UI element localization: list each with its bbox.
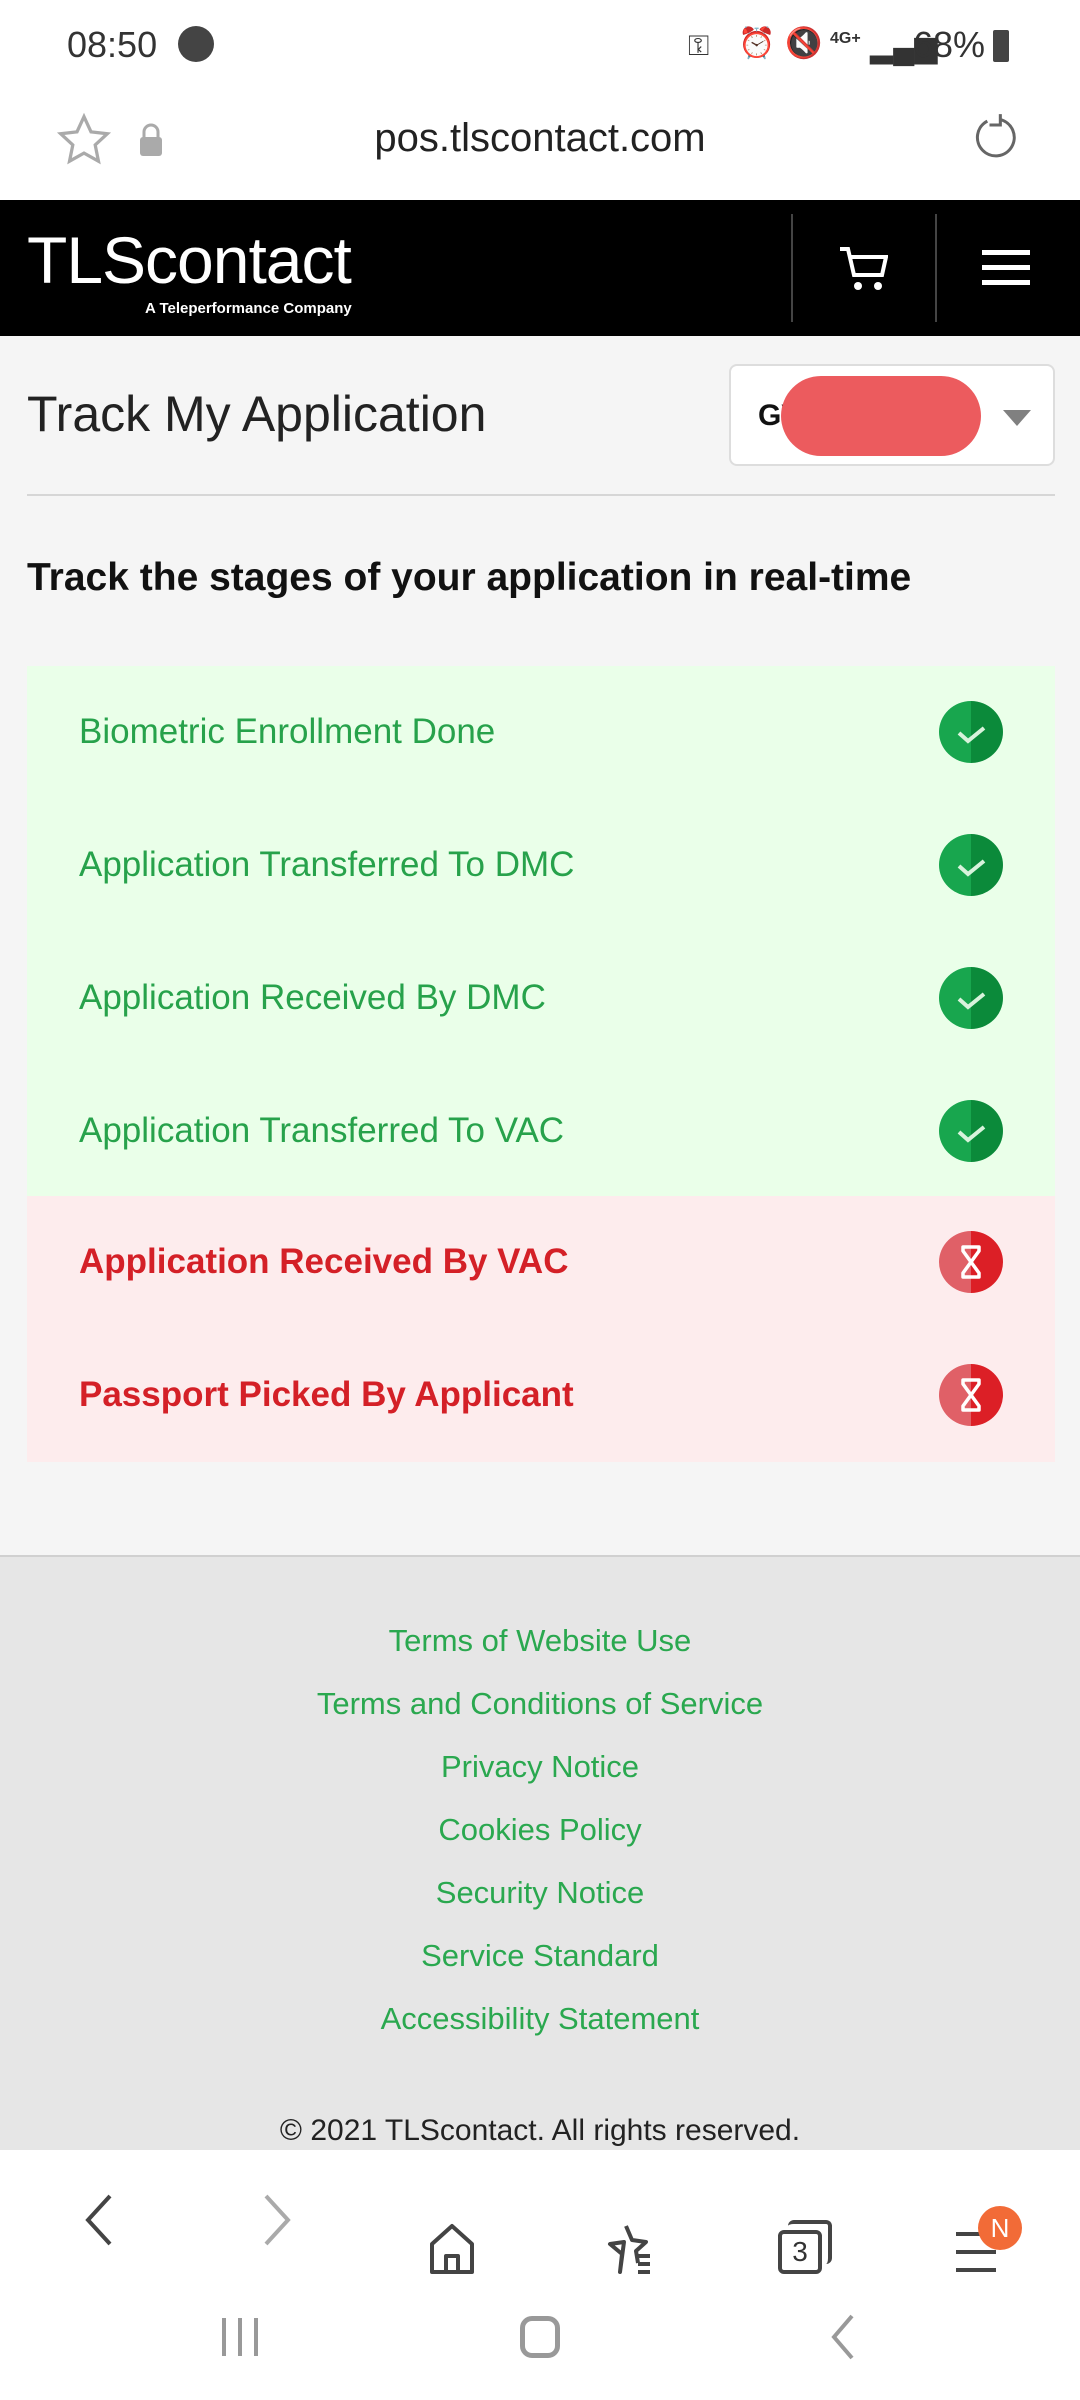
hourglass-icon [939, 1364, 1003, 1426]
key-icon: ⚿ [688, 30, 710, 61]
check-icon [939, 701, 1003, 763]
copyright: © 2021 TLScontact. All rights reserved. [279, 2114, 801, 2147]
divider [791, 214, 793, 322]
clock: 08:50 [67, 24, 158, 65]
bookmarks-icon[interactable] [600, 2222, 656, 2278]
check-icon [939, 967, 1003, 1029]
menu-icon[interactable] [982, 250, 1030, 286]
footer-link-service-standard[interactable]: Service Standard [0, 1938, 1080, 1974]
stage-item: Application Transferred To DMC [27, 799, 1055, 932]
site-header: TLScontact A Teleperformance Company [0, 200, 1080, 336]
logo[interactable]: TLScontact [27, 222, 352, 298]
back-icon[interactable] [80, 2190, 116, 2250]
footer-link-terms-of-use[interactable]: Terms of Website Use [0, 1623, 1080, 1659]
recent-apps-icon[interactable] [220, 2316, 260, 2358]
system-back-icon[interactable] [828, 2314, 856, 2360]
section-subtitle: Track the stages of your application in … [27, 556, 912, 599]
divider [935, 214, 937, 322]
cart-icon[interactable] [838, 246, 888, 292]
home-icon[interactable] [428, 2222, 476, 2276]
network-type: 4G+ [830, 30, 861, 47]
browser-bottom-bar: 3 N [0, 2150, 1080, 2400]
mute-icon: 🔇 [785, 27, 823, 60]
alarm-icon: ⏰ [738, 27, 776, 60]
battery-icon [993, 30, 1009, 62]
chevron-down-icon [1003, 410, 1031, 426]
notification-badge: N [978, 2206, 1022, 2250]
divider [27, 494, 1055, 496]
home-button-icon[interactable] [520, 2316, 560, 2358]
stage-label: Application Transferred To DMC [79, 845, 575, 884]
stage-item: Biometric Enrollment Done [27, 666, 1055, 799]
stage-label: Passport Picked By Applicant [79, 1375, 574, 1414]
stage-item: Application Transferred To VAC [27, 1065, 1055, 1196]
stage-item: Application Received By DMC [27, 932, 1055, 1065]
stage-label: Application Received By DMC [79, 978, 546, 1017]
url-text[interactable]: pos.tlscontact.com [0, 116, 1080, 161]
forward-icon[interactable] [260, 2190, 296, 2250]
redaction-mark [781, 376, 981, 456]
application-selector[interactable]: GV…2 [729, 364, 1055, 466]
logo-tagline: A Teleperformance Company [145, 300, 352, 317]
browser-url-bar: pos.tlscontact.com [0, 92, 1080, 200]
check-icon [939, 1100, 1003, 1162]
tabs-icon [788, 2220, 832, 2264]
footer-link-cookies[interactable]: Cookies Policy [0, 1812, 1080, 1848]
app-notification-icon [178, 26, 214, 62]
status-bar: 08:50 ⚿ ⏰ 🔇 4G+ ▂▄▆ 68% [0, 0, 1080, 92]
hourglass-icon [939, 1231, 1003, 1293]
stage-label: Application Transferred To VAC [79, 1111, 565, 1150]
stage-label: Biometric Enrollment Done [79, 712, 496, 751]
page-title: Track My Application [27, 386, 487, 442]
stage-item: Passport Picked By Applicant [27, 1329, 1055, 1462]
battery-percent: 68% [913, 24, 986, 65]
stage-label: Application Received By VAC [79, 1242, 569, 1281]
stage-item: Application Received By VAC [27, 1196, 1055, 1329]
footer-link-terms-of-service[interactable]: Terms and Conditions of Service [0, 1686, 1080, 1722]
footer-link-privacy[interactable]: Privacy Notice [0, 1749, 1080, 1785]
footer-link-security[interactable]: Security Notice [0, 1875, 1080, 1911]
footer-link-accessibility[interactable]: Accessibility Statement [0, 2001, 1080, 2037]
footer: Terms of Website Use Terms and Condition… [0, 1555, 1080, 2150]
check-icon [939, 834, 1003, 896]
reload-icon[interactable] [970, 110, 1022, 166]
